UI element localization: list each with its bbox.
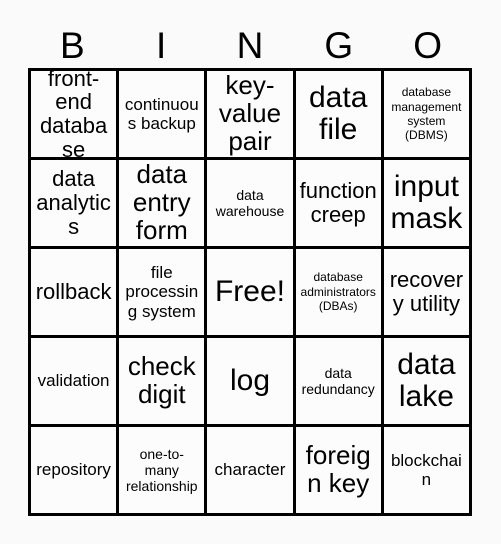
bingo-cell-label: database management system (DBMS) xyxy=(391,85,462,143)
bingo-cell[interactable]: recovery utility xyxy=(383,249,472,338)
bingo-cell-label: data file xyxy=(309,81,368,146)
bingo-header-letter-o: O xyxy=(413,24,442,66)
bingo-cell-label: rollback xyxy=(35,279,112,305)
bingo-cell-label: repository xyxy=(36,460,111,480)
bingo-grid: front-end database continuous backup key-v… xyxy=(28,68,472,516)
bingo-cell[interactable]: validation xyxy=(31,338,120,427)
bingo-cell[interactable]: data lake xyxy=(383,338,472,427)
bingo-cell[interactable]: blockchain xyxy=(383,427,472,516)
bingo-cell-label: log xyxy=(229,364,271,398)
bingo-cell-label: foreign key xyxy=(305,440,371,498)
bingo-cell-label: recovery utility xyxy=(389,267,464,316)
bingo-cell-label: database administrators (DBAs) xyxy=(300,270,376,314)
bingo-cell-label: data warehouse xyxy=(215,186,285,219)
bingo-header-letter-n: N xyxy=(236,24,264,66)
bingo-cell-label: validation xyxy=(37,371,110,391)
bingo-cell-label: data lake xyxy=(397,348,456,413)
bingo-cell[interactable]: data analytics xyxy=(31,160,120,249)
bingo-cell-label: function creep xyxy=(299,178,377,227)
bingo-cell[interactable]: function creep xyxy=(295,160,384,249)
bingo-cell[interactable]: repository xyxy=(31,427,120,516)
bingo-cell[interactable]: front-end database xyxy=(31,71,120,160)
bingo-cell[interactable]: database administrators (DBAs) xyxy=(295,249,384,338)
bingo-cell-label: data analytics xyxy=(36,166,111,239)
bingo-cell-label: Free! xyxy=(214,275,285,309)
bingo-cell-label: data entry form xyxy=(132,160,191,245)
bingo-cell-label: check digit xyxy=(127,351,196,409)
bingo-cell[interactable]: log xyxy=(207,338,296,427)
bingo-free-cell[interactable]: Free! xyxy=(207,249,296,338)
bingo-card: B I N G O front-end database continuous b… xyxy=(0,0,501,544)
bingo-cell[interactable]: data entry form xyxy=(119,160,208,249)
bingo-cell[interactable]: data file xyxy=(295,71,384,160)
bingo-header-letter-i: I xyxy=(156,24,167,66)
bingo-cell[interactable]: check digit xyxy=(119,338,208,427)
bingo-cell-label: file processing system xyxy=(125,263,199,321)
bingo-cell-label: one-to-many relationship xyxy=(125,445,198,495)
bingo-cell[interactable]: data redundancy xyxy=(295,338,384,427)
bingo-cell[interactable]: key-value pair xyxy=(207,71,296,160)
bingo-cell-label: character xyxy=(214,460,286,480)
bingo-cell[interactable]: foreign key xyxy=(295,427,384,516)
bingo-header: B I N G O xyxy=(28,22,472,68)
bingo-cell-label: key-value pair xyxy=(218,71,282,156)
bingo-cell[interactable]: data warehouse xyxy=(207,160,296,249)
bingo-cell[interactable]: file processing system xyxy=(119,249,208,338)
bingo-cell[interactable]: input mask xyxy=(383,160,472,249)
bingo-cell-label: front-end database xyxy=(39,71,108,160)
bingo-cell[interactable]: database management system (DBMS) xyxy=(383,71,472,160)
bingo-cell-label: data redundancy xyxy=(301,364,375,397)
bingo-cell-label: input mask xyxy=(390,170,463,235)
bingo-header-letter-g: G xyxy=(324,24,354,66)
bingo-header-letter-b: B xyxy=(60,24,85,66)
bingo-cell[interactable]: rollback xyxy=(31,249,120,338)
bingo-cell[interactable]: continuous backup xyxy=(119,71,208,160)
bingo-cell[interactable]: one-to-many relationship xyxy=(119,427,208,516)
bingo-cell-label: blockchain xyxy=(390,450,462,489)
bingo-cell[interactable]: character xyxy=(207,427,296,516)
bingo-cell-label: continuous backup xyxy=(124,94,199,133)
